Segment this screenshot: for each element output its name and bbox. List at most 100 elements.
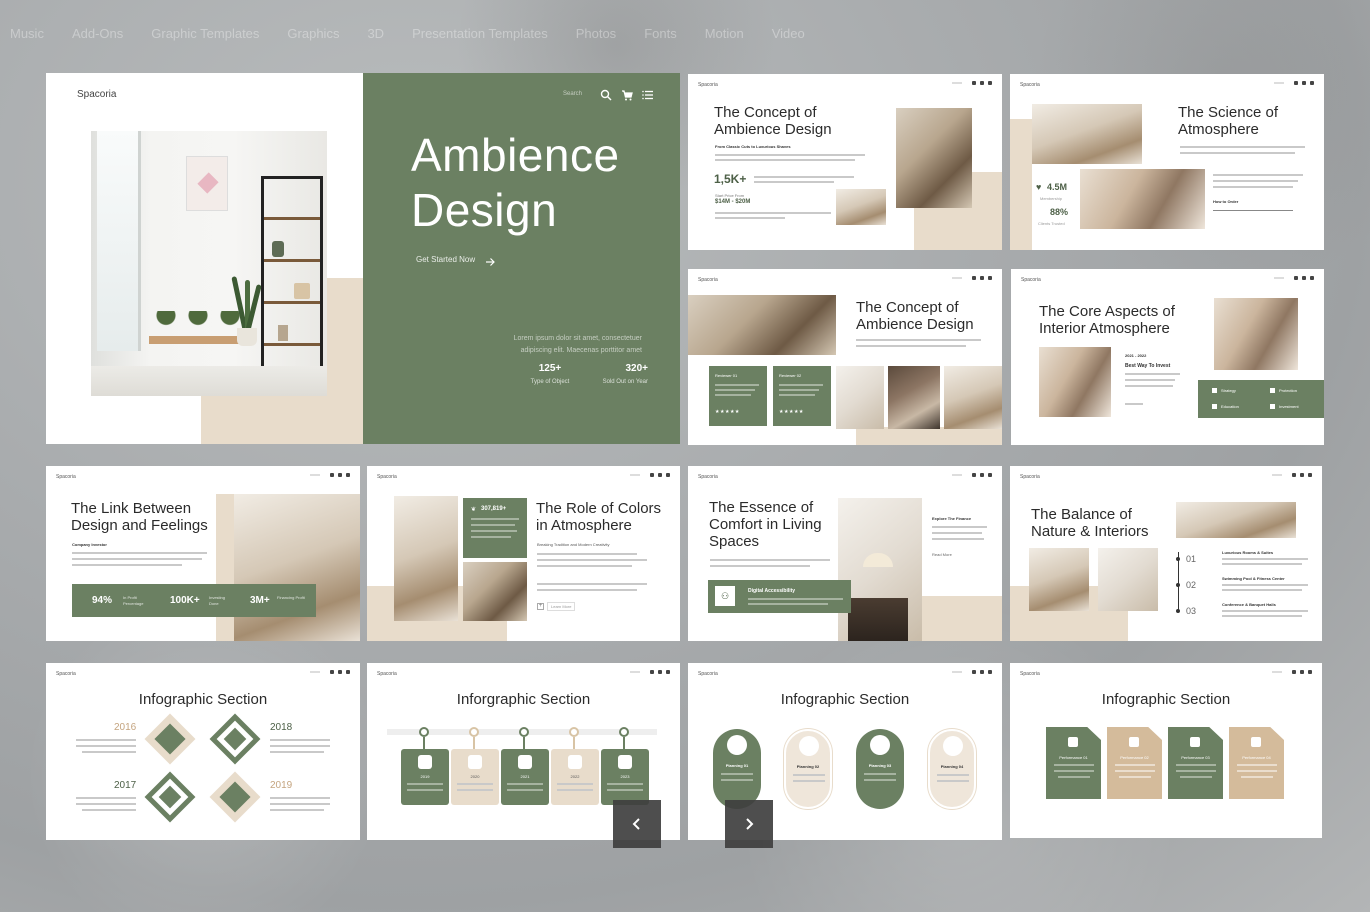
text-line [1213, 174, 1303, 176]
text-line [471, 518, 519, 520]
floor [91, 366, 327, 396]
slide-toolbar [310, 670, 350, 674]
woman-photo [1080, 169, 1205, 229]
read-more-link[interactable]: Read More [932, 552, 952, 557]
chip: Protection [1270, 388, 1297, 393]
nav-item[interactable]: Graphic Templates [151, 26, 259, 44]
slide-title: Infographic Section [1101, 691, 1231, 708]
text-line [932, 532, 982, 534]
timeline-card: 2023 [601, 727, 649, 805]
diamond-2 [209, 713, 261, 765]
stat-value: 94% [92, 595, 113, 606]
reviewer-card: Reviewer 02 ★★★★★ [773, 366, 831, 426]
nav-item[interactable]: Graphics [287, 26, 339, 44]
slide-logo: Spacoria [1020, 671, 1040, 677]
text-line [715, 394, 751, 396]
chip: Education [1212, 404, 1239, 409]
text-line [270, 803, 330, 805]
stat-value: 1,5K+ [714, 172, 747, 186]
accessibility-icon: ⚇ [715, 586, 735, 606]
nav-item[interactable]: Video [772, 26, 805, 44]
chevron-right-icon [741, 816, 757, 832]
hero-right-panel: Search Ambience Design Get Started Now L… [363, 73, 680, 444]
slide-toolbar [952, 670, 992, 674]
star-rating: ★★★★★ [779, 409, 804, 415]
order-label: How to Order [1213, 199, 1239, 204]
timeline-year: 2021 [520, 774, 530, 779]
list-item: 01 Luxurious Rooms & Suites [1176, 550, 1316, 570]
slide-title: The Science of Atmosphere [1178, 104, 1278, 138]
performance-label: Performance 03 [1181, 755, 1210, 760]
text-line [1125, 379, 1175, 381]
text-line [715, 154, 865, 156]
nav-item[interactable]: Add-Ons [72, 26, 123, 44]
text-line [72, 558, 202, 560]
hero-lorem: Lorem ipsum dolor sit amet, consectetuer… [514, 333, 642, 357]
get-started-button[interactable]: Get Started Now [416, 254, 495, 266]
slide-concept-reviewers[interactable]: Spacoria The Concept of Ambience Design … [688, 269, 1002, 445]
carousel-next-button[interactable] [725, 800, 773, 848]
text-line [748, 598, 843, 600]
snake-plant [231, 276, 262, 346]
planning-label: Planning 02 [796, 764, 820, 769]
dining-photo [838, 498, 922, 641]
performance-label: Performance 04 [1242, 755, 1271, 760]
text-line [1213, 180, 1298, 182]
text-line [76, 797, 136, 799]
slide-essence-comfort[interactable]: Spacoria The Essence of Comfort in Livin… [688, 466, 1002, 641]
slide-role-colors[interactable]: Spacoria ❦ 307,819+ The Role of Colors i… [367, 466, 680, 641]
carousel-prev-button[interactable] [613, 800, 661, 848]
nav-item[interactable]: Motion [705, 26, 744, 44]
performance-card: Performance 03 [1168, 727, 1223, 799]
hero-slide[interactable]: Spacoria Search Ambience Design Get Star… [46, 73, 680, 444]
slide-toolbar [1272, 473, 1312, 477]
slide-title-line: The Link Between [71, 500, 192, 517]
search-icon[interactable] [600, 88, 612, 101]
nav-item[interactable]: 3D [367, 26, 384, 44]
range-value: $14M - $20M [715, 199, 751, 205]
slide-infographic-performance[interactable]: Spacoria Infographic Section Performance… [1010, 663, 1322, 838]
hero-title-line1: Ambience [411, 129, 620, 181]
list-number: 02 [1186, 580, 1197, 590]
beige-block [922, 596, 1002, 641]
chip-label: Protection [1279, 388, 1298, 393]
stat-card: ❦ 307,819+ [463, 498, 527, 558]
star-rating: ★★★★★ [715, 409, 740, 415]
text-line [1180, 146, 1305, 148]
chevron-left-icon [629, 816, 645, 832]
text-line [72, 552, 207, 554]
text-line [748, 603, 828, 605]
performance-label: Performance 02 [1120, 755, 1149, 760]
planning-label: Planning 01 [725, 763, 749, 768]
slide-concept-ambience[interactable]: Spacoria The Concept of Ambience Design … [688, 74, 1002, 250]
slide-title: The Essence of Comfort in Living Spaces [709, 499, 822, 550]
slide-title: Infographic Section [138, 691, 268, 708]
slide-core-aspects[interactable]: Spacoria The Core Aspects of Interior At… [1011, 269, 1324, 445]
slide-infographic-diamonds[interactable]: Spacoria Infographic Section 2016 2018 2… [46, 663, 360, 840]
year-label: 2017 [114, 780, 137, 791]
chip: Investment [1270, 404, 1299, 409]
nav-item[interactable]: Fonts [644, 26, 677, 44]
slide-link-design-feelings[interactable]: Spacoria The Link Between Design and Fee… [46, 466, 360, 641]
text-line [710, 559, 830, 561]
slide-toolbar [630, 670, 670, 674]
nav-item[interactable]: Music [10, 26, 44, 44]
hero-stat-2: 320+ Sold Out on Year [583, 363, 648, 385]
slide-balance-nature[interactable]: Spacoria The Balance of Nature & Interio… [1010, 466, 1322, 641]
diamond-3 [144, 771, 196, 823]
text-line [1180, 152, 1295, 154]
learn-more-button[interactable]: + Learn More [537, 602, 576, 611]
art-frame [186, 156, 228, 211]
cart-icon[interactable] [621, 88, 633, 101]
text-line [270, 739, 330, 741]
slide-title: The Balance of Nature & Interiors [1031, 506, 1149, 540]
reviewer-card: Reviewer 01 ★★★★★ [709, 366, 767, 426]
nav-item[interactable]: Photos [576, 26, 616, 44]
slide-title-line: Interior Atmosphere [1039, 320, 1170, 337]
slide-science-atmosphere[interactable]: Spacoria ♥ 4.5M Membership 88% Clients T… [1010, 74, 1324, 250]
hero-search-label[interactable]: Search [563, 91, 582, 97]
text-line [270, 809, 324, 811]
nav-item[interactable]: Presentation Templates [412, 26, 548, 44]
menu-icon[interactable] [642, 88, 654, 100]
text-line [270, 745, 330, 747]
